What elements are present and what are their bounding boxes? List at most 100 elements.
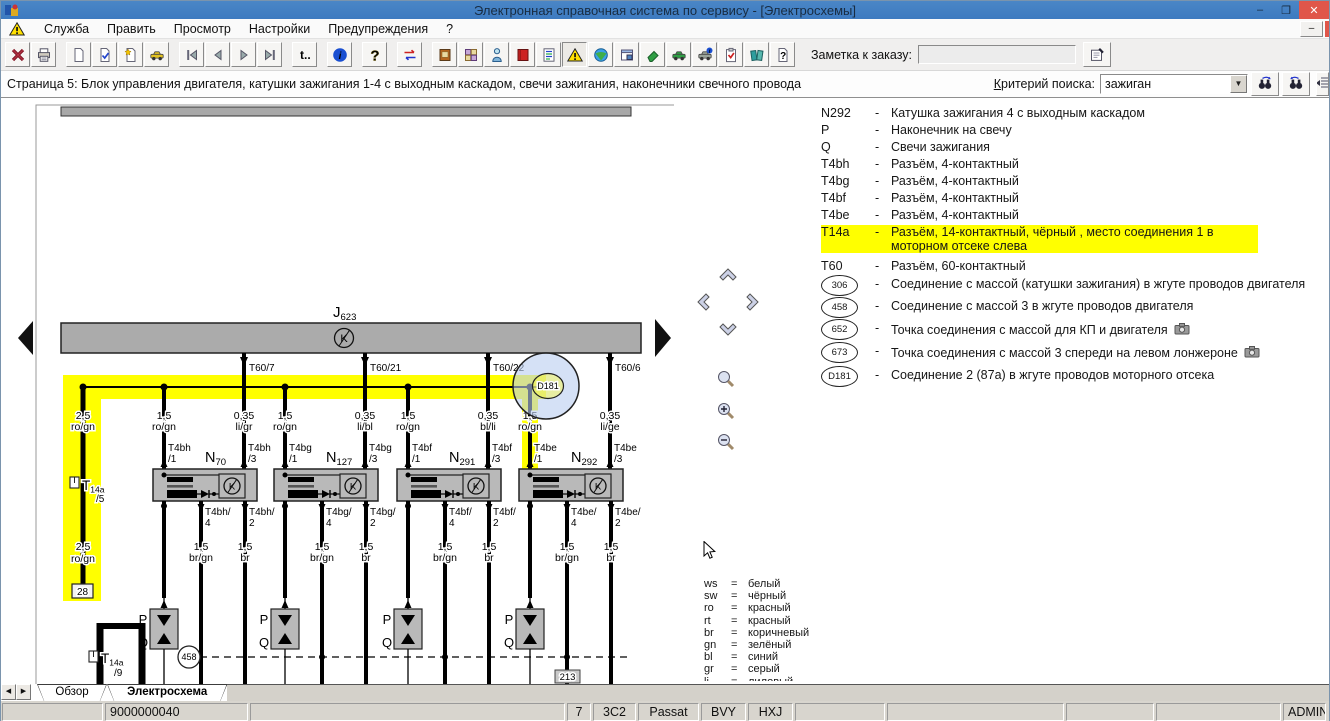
zoom-out-icon[interactable] xyxy=(715,431,741,457)
diagram-next-arrow[interactable] xyxy=(655,319,671,357)
doc-help-button[interactable]: ? xyxy=(770,42,795,67)
checklist-button[interactable] xyxy=(718,42,743,67)
camera-icon[interactable] xyxy=(1244,347,1260,361)
color-code: ro xyxy=(704,602,731,614)
mouse-cursor xyxy=(703,541,723,561)
svg-text:bl/li: bl/li xyxy=(480,421,496,433)
vehicle-info-button[interactable]: i xyxy=(692,42,717,67)
nav-last-button[interactable] xyxy=(257,42,282,67)
tab-scroll-left-button[interactable]: ◀ xyxy=(1,684,16,700)
nav-next-button[interactable] xyxy=(231,42,256,67)
equals-sign: = xyxy=(731,578,748,590)
svg-text:br: br xyxy=(240,552,250,564)
menu-item-2[interactable]: Править xyxy=(98,20,165,38)
svg-text:213: 213 xyxy=(560,672,576,683)
doc-edit-button[interactable] xyxy=(92,42,117,67)
legend-description: Разъём, 4-контактный xyxy=(891,157,1019,171)
zoom-in-icon[interactable] xyxy=(715,400,741,426)
repair-manual-button[interactable] xyxy=(510,42,535,67)
svg-text:4: 4 xyxy=(449,518,455,529)
info-button[interactable]: i xyxy=(327,42,352,67)
jump-list-button[interactable] xyxy=(1316,72,1329,96)
tab-wiring[interactable]: Электросхема xyxy=(107,684,227,701)
status-cell-9 xyxy=(795,703,885,721)
equals-sign: = xyxy=(731,663,748,675)
search-backward-button[interactable] xyxy=(1282,72,1310,96)
mdi-restore-button[interactable]: – xyxy=(1300,21,1323,37)
vehicle-button[interactable] xyxy=(144,42,169,67)
wiring-diagram[interactable]: J623KT60/7T60/21T60/22T60/62,5ro/gn1,5ro… xyxy=(1,98,681,684)
globe-button[interactable] xyxy=(588,42,613,67)
exit-button[interactable] xyxy=(5,42,30,67)
zoom-tool-icon[interactable] xyxy=(715,368,741,394)
color-code: bl xyxy=(704,651,731,663)
legend-description: Наконечник на свечу xyxy=(891,123,1012,137)
doc-new-button[interactable] xyxy=(66,42,91,67)
nav-prev-button[interactable] xyxy=(205,42,230,67)
svg-text:?: ? xyxy=(780,51,786,62)
window-layout-button[interactable] xyxy=(614,42,639,67)
parts-box-icon xyxy=(463,47,479,63)
legend-description: Разъём, 4-контактный xyxy=(891,191,1019,205)
module-N292: T4be/1T4be/3N292KT4be/4T4be/21,5br/gn1,5… xyxy=(504,443,641,684)
order-note-input[interactable] xyxy=(918,45,1076,64)
pan-up-icon[interactable] xyxy=(716,262,742,288)
wiring-book-button[interactable] xyxy=(432,42,457,67)
camera-icon[interactable] xyxy=(1174,324,1190,338)
svg-text:t..: t.. xyxy=(300,48,311,62)
legend-description: Соединение 2 (87а) в жгуте проводов мото… xyxy=(891,368,1214,382)
menu-item-6[interactable]: ? xyxy=(437,20,462,38)
color-code-row-bl: bl=синий xyxy=(704,651,884,663)
color-code: ws xyxy=(704,578,731,590)
svg-text:4: 4 xyxy=(326,518,332,529)
menu-item-4[interactable]: Настройки xyxy=(240,20,319,38)
menu-item-1[interactable]: Служба xyxy=(35,20,98,38)
svg-text:T4bg/: T4bg/ xyxy=(326,507,352,518)
search-label-accel: К xyxy=(994,77,1001,91)
mdi-close-button[interactable] xyxy=(1325,21,1329,37)
menu-item-5[interactable]: Предупреждения xyxy=(319,20,437,38)
switch-button[interactable] xyxy=(397,42,422,67)
maximize-button[interactable]: ❐ xyxy=(1273,1,1299,19)
svg-text:T60/7: T60/7 xyxy=(249,363,275,374)
warning-button[interactable] xyxy=(562,42,587,67)
doc-list-button[interactable] xyxy=(536,42,561,67)
svg-text:li/bl: li/bl xyxy=(357,421,373,433)
svg-text:4: 4 xyxy=(205,518,211,529)
doc-list-icon xyxy=(541,47,557,63)
parts-box-button[interactable] xyxy=(458,42,483,67)
search-forward-button[interactable] xyxy=(1251,72,1279,96)
color-name: серый xyxy=(748,663,780,675)
help-icon: ? xyxy=(367,47,383,63)
color-code-row-ws: ws=белый xyxy=(704,578,884,590)
status-bar: 900000004073C2PassatBVYHXJADMIN xyxy=(1,701,1329,721)
close-button[interactable]: ✕ xyxy=(1299,1,1329,19)
diagram-prev-arrow[interactable] xyxy=(18,321,33,355)
order-note-edit-button[interactable] xyxy=(1083,42,1111,67)
manuals-button[interactable] xyxy=(744,42,769,67)
nav-first-button[interactable] xyxy=(179,42,204,67)
doc-note-button[interactable] xyxy=(118,42,143,67)
vehicle-green-button[interactable] xyxy=(666,42,691,67)
help-button[interactable]: ? xyxy=(362,42,387,67)
svg-text:T60/6: T60/6 xyxy=(615,363,641,374)
pan-right-icon[interactable] xyxy=(741,290,767,316)
service-figure-button[interactable] xyxy=(484,42,509,67)
junction-D181[interactable]: D181 xyxy=(513,353,579,419)
pan-down-icon[interactable] xyxy=(716,318,742,344)
svg-text:br: br xyxy=(484,552,494,564)
pan-left-icon[interactable] xyxy=(691,290,717,316)
search-criteria-combobox[interactable]: зажиган ▼ xyxy=(1100,74,1248,94)
color-code: br xyxy=(704,627,731,639)
print-button[interactable] xyxy=(31,42,56,67)
tab-scroll-right-button[interactable]: ▶ xyxy=(16,684,31,700)
menu-item-3[interactable]: Просмотр xyxy=(165,20,240,38)
goto-button[interactable]: t.. xyxy=(292,42,317,67)
combo-dropdown-arrow-icon[interactable]: ▼ xyxy=(1230,75,1247,93)
minimize-button[interactable]: – xyxy=(1247,1,1273,19)
legend-row-T4bg: T4bg-Разъём, 4-контактный xyxy=(821,174,1019,188)
body-repair-icon xyxy=(645,47,661,63)
warning-doc-icon[interactable] xyxy=(9,21,27,36)
tab-overview[interactable]: Обзор xyxy=(37,684,107,701)
body-repair-button[interactable] xyxy=(640,42,665,67)
